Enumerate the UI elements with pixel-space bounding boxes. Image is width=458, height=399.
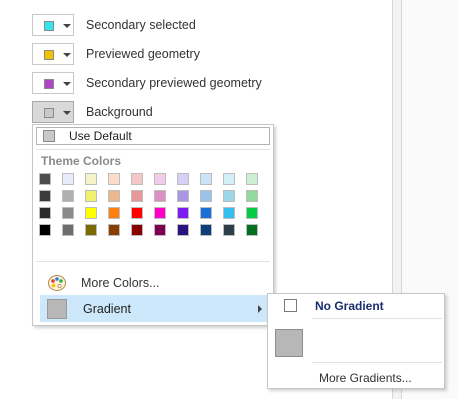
theme-color-swatch[interactable] (200, 207, 212, 219)
theme-color-swatch[interactable] (154, 190, 166, 202)
theme-color-swatch[interactable] (131, 173, 143, 185)
setting-label: Secondary previewed geometry (86, 76, 262, 90)
theme-color-swatch[interactable] (246, 207, 258, 219)
color-swatch (44, 108, 54, 118)
theme-color-swatch[interactable] (177, 173, 189, 185)
setting-label: Previewed geometry (86, 47, 200, 61)
setting-row-previewed-geometry: Previewed geometry (32, 42, 200, 66)
submenu-arrow-icon (258, 305, 262, 313)
theme-color-swatch[interactable] (39, 173, 51, 185)
theme-color-swatch[interactable] (223, 207, 235, 219)
theme-color-swatch[interactable] (62, 207, 74, 219)
theme-color-swatch[interactable] (154, 224, 166, 236)
theme-color-swatch[interactable] (108, 207, 120, 219)
theme-color-swatch[interactable] (246, 190, 258, 202)
theme-color-swatch[interactable] (223, 190, 235, 202)
gradient-swatch (47, 298, 67, 319)
color-dropdown: Use Default Theme Colors More Colors... … (32, 124, 274, 326)
palette-icon (47, 273, 67, 293)
theme-color-swatch[interactable] (177, 190, 189, 202)
theme-color-swatch[interactable] (131, 224, 143, 236)
checkbox-icon (284, 299, 297, 312)
theme-color-swatch[interactable] (154, 207, 166, 219)
theme-color-swatch[interactable] (39, 207, 51, 219)
no-gradient-item[interactable]: No Gradient (270, 297, 442, 314)
color-swatch (44, 50, 54, 60)
more-colors-label: More Colors... (81, 276, 160, 290)
divider (36, 261, 270, 262)
theme-color-swatch[interactable] (131, 190, 143, 202)
theme-color-swatch[interactable] (85, 207, 97, 219)
default-color-swatch (43, 130, 55, 142)
setting-row-secondary-previewed-geometry: Secondary previewed geometry (32, 71, 262, 95)
theme-color-swatch[interactable] (200, 173, 212, 185)
chevron-down-icon (63, 24, 71, 28)
gradient-submenu: No Gradient More Gradients... (267, 293, 445, 389)
theme-color-swatch[interactable] (223, 173, 235, 185)
theme-color-swatch[interactable] (200, 190, 212, 202)
setting-label: Background (86, 105, 153, 119)
gradient-label: Gradient (83, 301, 131, 316)
theme-color-swatch[interactable] (85, 224, 97, 236)
divider (36, 149, 270, 150)
no-gradient-label: No Gradient (315, 298, 384, 313)
theme-colors-title: Theme Colors (41, 154, 122, 168)
theme-color-swatch[interactable] (131, 207, 143, 219)
color-picker-button[interactable] (32, 14, 74, 36)
theme-color-swatch[interactable] (223, 224, 235, 236)
use-default-label: Use Default (69, 129, 132, 143)
color-swatch (44, 21, 54, 31)
theme-color-swatch[interactable] (200, 224, 212, 236)
divider (312, 318, 442, 319)
gradient-item[interactable]: Gradient (40, 295, 269, 322)
color-picker-button[interactable] (32, 43, 74, 65)
setting-label: Secondary selected (86, 18, 196, 32)
theme-color-swatch[interactable] (108, 173, 120, 185)
theme-color-swatch[interactable] (85, 190, 97, 202)
gradient-sample[interactable] (275, 329, 303, 357)
theme-color-swatch[interactable] (39, 190, 51, 202)
theme-color-swatch[interactable] (246, 224, 258, 236)
theme-color-swatch[interactable] (177, 224, 189, 236)
color-picker-button[interactable] (32, 72, 74, 94)
chevron-down-icon (63, 111, 71, 115)
theme-color-swatch[interactable] (246, 173, 258, 185)
theme-color-swatch[interactable] (62, 190, 74, 202)
theme-color-swatch[interactable] (39, 224, 51, 236)
theme-color-swatch[interactable] (62, 224, 74, 236)
theme-color-swatch[interactable] (154, 173, 166, 185)
theme-color-swatch[interactable] (108, 224, 120, 236)
setting-row-background: Background (32, 100, 153, 124)
more-colors-item[interactable]: More Colors... (37, 271, 271, 295)
theme-color-swatch[interactable] (85, 173, 97, 185)
background-color-picker-button[interactable] (32, 101, 74, 123)
more-gradients-item[interactable]: More Gradients... (319, 371, 412, 385)
use-default-item[interactable]: Use Default (36, 127, 270, 145)
setting-row-secondary-selected: Secondary selected (32, 13, 196, 37)
theme-color-swatch[interactable] (62, 173, 74, 185)
theme-color-swatch[interactable] (177, 207, 189, 219)
chevron-down-icon (63, 82, 71, 86)
theme-color-swatch[interactable] (108, 190, 120, 202)
divider (312, 362, 442, 363)
color-swatch (44, 79, 54, 89)
chevron-down-icon (63, 53, 71, 57)
